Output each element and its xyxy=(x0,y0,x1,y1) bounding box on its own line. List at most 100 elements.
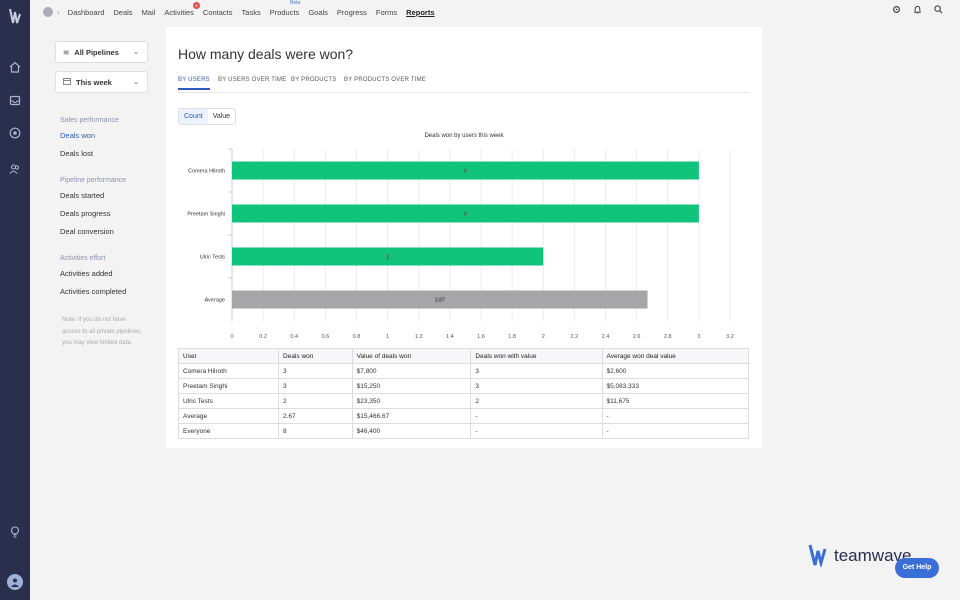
table-cell: 3 xyxy=(278,363,353,379)
table-cell: Average xyxy=(177,408,280,424)
table-row: Comera Hilroth 3 $7,800 3 $2,600 xyxy=(177,363,749,379)
lightbulb-icon[interactable] xyxy=(7,524,23,540)
left-sidebar xyxy=(0,0,30,600)
table-cell: 3 xyxy=(470,378,603,394)
y-category-label: Comera Hilroth xyxy=(188,169,225,175)
calendar-icon xyxy=(63,77,71,87)
y-category-label: Preetam Singhi xyxy=(187,212,225,218)
nav-item-products[interactable]: Products Beta xyxy=(270,0,301,17)
pipeline-select-value: All Pipelines xyxy=(74,47,119,57)
table-cell: 3 xyxy=(470,363,603,379)
teamwave-mark-icon xyxy=(808,543,828,569)
table-cell: 2 xyxy=(470,393,603,409)
x-tick-label: 2.8 xyxy=(664,334,672,340)
table-cell: Preetam Singhi xyxy=(177,378,280,394)
table-cell: $15,466.67 xyxy=(351,408,472,424)
x-tick-label: 2 xyxy=(542,334,545,340)
sidebar-item-activities-completed[interactable]: Activities completed xyxy=(60,287,126,296)
pipeline-select[interactable]: ≋ All Pipelines ⌄ xyxy=(55,41,148,63)
table-body: Comera Hilroth 3 $7,800 3 $2,600 Preetam Sing… xyxy=(177,363,749,439)
chevron-right-icon: › xyxy=(57,7,60,17)
x-tick-label: 0.6 xyxy=(322,334,330,340)
column-header: Deals won with value xyxy=(470,348,603,364)
access-note: Note: If you do not have access to all p… xyxy=(62,317,142,346)
x-tick-label: 0.4 xyxy=(290,334,298,340)
column-header: Average won deal value xyxy=(601,348,749,364)
nav-item-goals[interactable]: Goals xyxy=(308,8,328,17)
inbox-icon[interactable] xyxy=(7,92,23,108)
get-help-button[interactable]: Get Help xyxy=(895,558,939,578)
bell-icon[interactable] xyxy=(913,5,922,16)
x-tick-label: 1 xyxy=(386,334,389,340)
period-select[interactable]: This week ⌄ xyxy=(55,71,148,93)
table-cell: - xyxy=(470,423,603,439)
people-icon[interactable] xyxy=(7,161,23,177)
search-icon[interactable] xyxy=(934,5,943,16)
sidebar-item-deals-won[interactable]: Deals won xyxy=(60,131,95,140)
table-cell: $46,400 xyxy=(351,423,472,439)
x-tick-label: 0 xyxy=(230,334,233,340)
nav-item-activities[interactable]: Activities 4 xyxy=(164,1,200,17)
deals-table: User Deals won Value of deals won Deals won… xyxy=(177,348,749,439)
section-heading: Activities effort xyxy=(60,255,106,262)
nav-menu: Dashboard Deals Mail Activities 4 Contacts Tas… xyxy=(68,0,444,17)
sidebar-item-activities-added[interactable]: Activities added xyxy=(60,269,113,278)
report-panel: How many deals were won? BY USERS BY USER… xyxy=(166,27,762,448)
table-cell: $15,250 xyxy=(351,378,472,394)
bar-value-label: 3 xyxy=(464,169,467,175)
x-tick-label: 0.2 xyxy=(259,334,267,340)
x-tick-label: 2.2 xyxy=(571,334,579,340)
beta-tag: Beta xyxy=(290,0,301,6)
bar-value-label: 3 xyxy=(464,212,467,218)
table-cell: - xyxy=(470,408,603,424)
bar-value-label: 2 xyxy=(386,255,389,261)
x-tick-label: 0.8 xyxy=(353,334,361,340)
sidebar-item-deal-conversion[interactable]: Deal conversion xyxy=(60,227,114,236)
top-icons xyxy=(892,5,943,16)
bar-value-label: 2.67 xyxy=(435,298,445,304)
chevron-down-icon: ⌄ xyxy=(133,79,139,86)
table-row: Preetam Singhi 3 $15,250 3 $5,083.333 xyxy=(177,378,749,394)
table-row: Everyone 8 $46,400- - xyxy=(177,423,749,439)
sidebar-item-deals-progress[interactable]: Deals progress xyxy=(60,209,110,218)
nav-item-progress[interactable]: Progress xyxy=(337,8,367,17)
x-tick-label: 1.6 xyxy=(477,334,485,340)
user-avatar[interactable] xyxy=(7,574,23,590)
section-heading: Sales performance xyxy=(60,117,119,124)
x-tick-label: 2.4 xyxy=(602,334,610,340)
table-row: Average 2.67 $15,466.67- - xyxy=(177,408,749,424)
home-icon[interactable] xyxy=(7,59,23,75)
sidebar-item-deals-lost[interactable]: Deals lost xyxy=(60,149,93,158)
nav-item-tasks[interactable]: Tasks xyxy=(242,8,261,17)
y-category-label: Average xyxy=(205,298,225,304)
deals-won-chart: 0 0.2 0.4 0.6 0.8 1 1.2 1.4 1.6 1.8 2 2.2 2.4 2.6 2.8 3… xyxy=(187,148,734,340)
reports-sidebar: ≋ All Pipelines ⌄ This week ⌄ Sales perf… xyxy=(44,29,161,449)
table-cell: $7,800 xyxy=(351,363,472,379)
column-header: User xyxy=(177,348,280,364)
chevron-down-icon: ⌄ xyxy=(133,49,139,56)
table-cell: $11,675 xyxy=(601,393,749,409)
section-heading: Pipeline performance xyxy=(60,177,127,184)
nav-item-contacts[interactable]: Contacts xyxy=(203,8,233,17)
table-row: Ulric Tests 2 $23,350 2 $11,675 xyxy=(177,393,749,409)
nav-item-dashboard[interactable]: Dashboard xyxy=(68,8,105,17)
settings-icon[interactable] xyxy=(892,5,901,16)
nav-item-forms[interactable]: Forms xyxy=(376,8,397,17)
x-tick-label: 3 xyxy=(697,334,700,340)
crm-icon[interactable] xyxy=(7,125,23,141)
teamwave-logo-icon[interactable] xyxy=(7,8,23,24)
table-cell: 2 xyxy=(278,393,353,409)
table-cell: - xyxy=(601,408,749,424)
activities-count-badge: 4 xyxy=(192,1,200,9)
x-tick-label: 2.6 xyxy=(633,334,641,340)
sidebar-item-deals-started[interactable]: Deals started xyxy=(60,191,104,200)
nav-item-reports[interactable]: Reports xyxy=(406,8,434,17)
nav-item-deals[interactable]: Deals xyxy=(113,8,132,17)
period-select-value: This week xyxy=(76,77,112,87)
column-header: Deals won xyxy=(278,348,353,364)
table-cell: Everyone xyxy=(177,423,280,439)
org-switcher-icon[interactable] xyxy=(43,7,53,17)
table-cell: $5,083.333 xyxy=(601,378,749,394)
nav-item-mail[interactable]: Mail xyxy=(142,8,156,17)
table-cell: 8 xyxy=(278,423,353,439)
